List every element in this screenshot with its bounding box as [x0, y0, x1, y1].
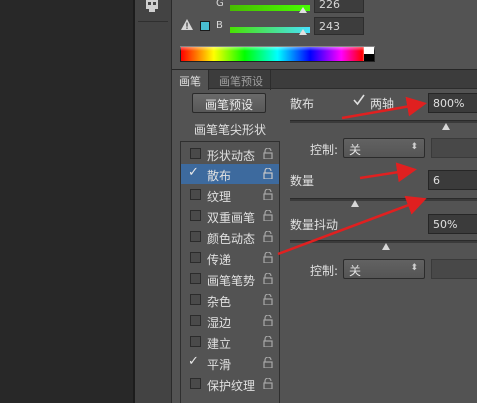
list-item-label: 颜色动态 — [207, 232, 256, 246]
gamut-warning-icon[interactable] — [181, 19, 193, 31]
list-item-label: 保护纹理 — [207, 379, 256, 393]
list-item-dual-brush[interactable]: 双重画笔 — [181, 206, 279, 226]
spectrum-shade — [180, 46, 375, 51]
g-slider[interactable] — [230, 0, 310, 11]
list-item-brush-pose[interactable]: 画笔笔势 — [181, 269, 279, 289]
list-item-label: 纹理 — [207, 190, 232, 204]
scatter-control-value: 关 — [349, 143, 362, 157]
list-item-label: 建立 — [207, 337, 232, 351]
both-axes-checkbox[interactable] — [353, 94, 365, 106]
scatter-control-field — [431, 138, 477, 158]
lock-icon[interactable] — [263, 356, 273, 369]
b-channel-label: B — [216, 20, 223, 31]
jitter-control-select[interactable]: 关 ⬍ — [343, 259, 425, 279]
jitter-control-field — [431, 259, 477, 279]
brush-panel-tabs: 画笔 画笔预设 — [172, 69, 477, 90]
list-item-transfer[interactable]: 传递 — [181, 248, 279, 268]
lock-icon[interactable] — [263, 377, 273, 390]
scatter-slider-knob[interactable] — [442, 123, 450, 130]
brush-options-frame: 形状动态 ✓ 散布 纹理 双重画笔 颜色动态 传递 画笔笔势 杂色 湿边 建立 … — [180, 141, 280, 403]
list-item-protect-texture[interactable]: 保护纹理 — [181, 374, 279, 394]
jitter-control-value: 关 — [349, 264, 362, 278]
panel-dock — [135, 0, 172, 403]
tab-brush[interactable]: 画笔 — [172, 70, 209, 90]
brush-pose-checkbox[interactable] — [190, 273, 201, 284]
both-axes-label: 两轴 — [370, 97, 395, 111]
list-item-noise[interactable]: 杂色 — [181, 290, 279, 310]
list-item-label: 散布 — [207, 169, 232, 183]
list-item-build-up[interactable]: 建立 — [181, 332, 279, 352]
jitter-control-label: 控制: — [310, 264, 339, 278]
canvas-area — [0, 0, 133, 403]
lock-icon[interactable] — [263, 167, 273, 180]
b-slider[interactable] — [230, 22, 310, 33]
list-item-label: 杂色 — [207, 295, 232, 309]
b-slider-knob[interactable] — [299, 29, 307, 35]
scatter-control-select[interactable]: 关 ⬍ — [343, 138, 425, 158]
lock-icon[interactable] — [263, 147, 273, 160]
tab-brush-presets[interactable]: 画笔预设 — [212, 70, 271, 90]
select-arrows-icon: ⬍ — [410, 142, 418, 152]
count-slider[interactable] — [290, 198, 477, 201]
color-row-g: G 226 — [172, 0, 477, 14]
lock-icon[interactable] — [263, 188, 273, 201]
brush-tip-shape-header[interactable]: 画笔笔尖形状 — [180, 121, 280, 141]
dock-separator — [138, 21, 168, 22]
list-item-label: 双重画笔 — [207, 211, 256, 225]
lock-icon[interactable] — [263, 209, 273, 222]
list-item-scattering[interactable]: ✓ 散布 — [181, 164, 279, 184]
texture-checkbox[interactable] — [190, 189, 201, 200]
lock-icon[interactable] — [263, 335, 273, 348]
count-value-field[interactable]: 6 — [428, 170, 477, 190]
wet-edges-checkbox[interactable] — [190, 315, 201, 326]
protect-texture-checkbox[interactable] — [190, 378, 201, 389]
list-item-label: 传递 — [207, 253, 232, 267]
list-item-shape-dynamics[interactable]: 形状动态 — [181, 144, 279, 164]
g-channel-label: G — [216, 0, 224, 9]
list-item-label: 画笔笔势 — [207, 274, 256, 288]
smoothing-checkbox[interactable]: ✓ — [188, 354, 201, 369]
list-item-texture[interactable]: 纹理 — [181, 185, 279, 205]
lock-icon[interactable] — [263, 314, 273, 327]
count-jitter-slider-knob[interactable] — [382, 243, 390, 250]
count-slider-knob[interactable] — [351, 200, 359, 207]
brush-presets-button[interactable]: 画笔预设 — [192, 93, 266, 113]
lock-icon[interactable] — [263, 251, 273, 264]
noise-checkbox[interactable] — [190, 294, 201, 305]
list-item-color-dynamics[interactable]: 颜色动态 — [181, 227, 279, 247]
list-item-wet-edges[interactable]: 湿边 — [181, 311, 279, 331]
select-arrows-icon: ⬍ — [410, 263, 418, 273]
lock-icon[interactable] — [263, 272, 273, 285]
g-value-field[interactable]: 226 — [314, 0, 364, 13]
color-dynamics-checkbox[interactable] — [190, 231, 201, 242]
list-item-label: 形状动态 — [207, 149, 256, 163]
count-label: 数量 — [290, 174, 315, 188]
build-up-checkbox[interactable] — [190, 336, 201, 347]
list-item-smoothing[interactable]: ✓ 平滑 — [181, 353, 279, 373]
lock-icon[interactable] — [263, 230, 273, 243]
scatter-control-label: 控制: — [310, 143, 339, 157]
transfer-checkbox[interactable] — [190, 252, 201, 263]
color-row-b: B 243 — [172, 16, 477, 36]
dual-brush-checkbox[interactable] — [190, 210, 201, 221]
scatter-value-field[interactable]: 800% — [428, 93, 477, 113]
count-jitter-label: 数量抖动 — [290, 218, 339, 232]
shape-dynamics-checkbox[interactable] — [190, 148, 201, 159]
lock-icon[interactable] — [263, 293, 273, 306]
scattering-checkbox[interactable]: ✓ — [188, 165, 201, 180]
b-value-field[interactable]: 243 — [314, 17, 364, 35]
g-slider-knob[interactable] — [299, 7, 307, 13]
in-gamut-swatch[interactable] — [200, 21, 210, 31]
brush-panel-icon[interactable] — [141, 0, 163, 14]
list-item-label: 湿边 — [207, 316, 232, 330]
scatter-label: 散布 — [290, 97, 315, 111]
list-item-label: 平滑 — [207, 358, 232, 372]
brush-panel: G 226 B 243 画笔 画笔预设 画笔预设 画笔笔尖形状 形状动态 ✓ 散… — [172, 0, 477, 403]
count-jitter-value-field[interactable]: 50% — [428, 214, 477, 234]
